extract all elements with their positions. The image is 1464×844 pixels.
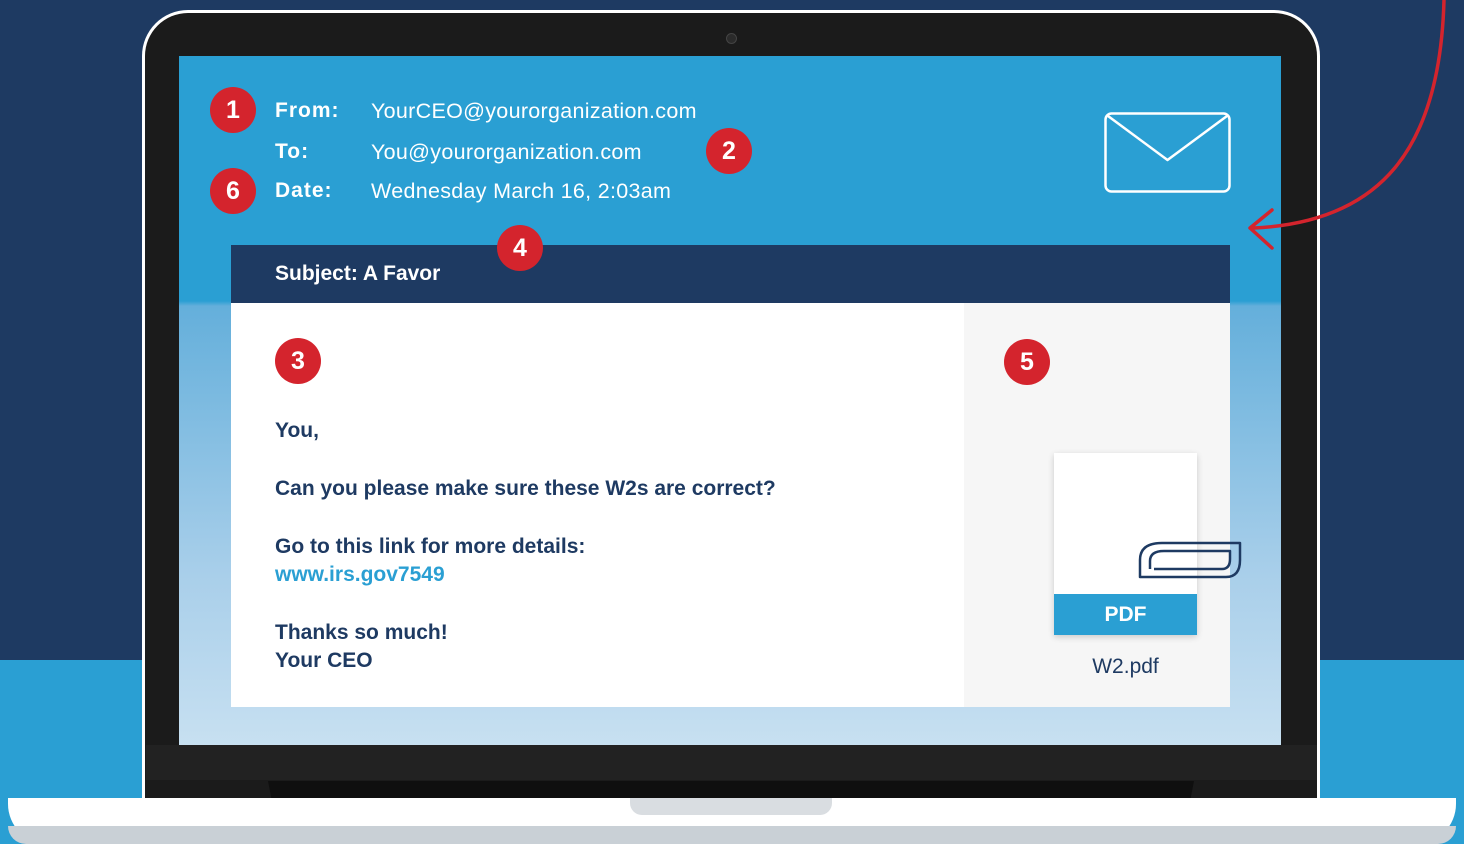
to-value: You@yourorganization.com <box>371 139 642 164</box>
from-row: From: YourCEO@yourorganization.com <box>275 96 697 126</box>
signoff-line-2: Your CEO <box>275 649 373 672</box>
greeting: You, <box>275 419 319 442</box>
from-label: From: <box>275 99 340 122</box>
subject-bar: Subject: A Favor <box>231 245 1230 303</box>
body-line-1: Can you please make sure these W2s are c… <box>275 477 776 500</box>
badge-1: 1 <box>210 87 256 133</box>
from-value: YourCEO@yourorganization.com <box>371 98 697 123</box>
attachment-filename: W2.pdf <box>1092 655 1159 678</box>
badge-6: 6 <box>210 168 256 214</box>
badge-4: 4 <box>497 225 543 271</box>
envelope-icon <box>1104 112 1231 193</box>
email-screen: From: YourCEO@yourorganization.com To: Y… <box>179 56 1281 745</box>
paperclip-icon <box>1138 541 1242 579</box>
laptop-bezel <box>146 745 1317 780</box>
signoff-line-1: Thanks so much! <box>275 621 448 644</box>
subject-text: Subject: A Favor <box>275 262 441 285</box>
date-label: Date: <box>275 179 333 202</box>
laptop-base-shadow <box>8 826 1456 844</box>
laptop-camera <box>726 33 737 44</box>
suspicious-link[interactable]: www.irs.gov7549 <box>275 561 445 589</box>
badge-5: 5 <box>1004 339 1050 385</box>
badge-3: 3 <box>275 338 321 384</box>
laptop-notch <box>630 798 832 815</box>
badge-2: 2 <box>706 128 752 174</box>
pdf-type-label: PDF <box>1054 594 1197 635</box>
to-row: To: You@yourorganization.com <box>275 137 642 167</box>
date-value: Wednesday March 16, 2:03am <box>371 178 672 203</box>
date-row: Date: Wednesday March 16, 2:03am <box>275 176 671 206</box>
to-label: To: <box>275 140 310 163</box>
email-body: You, Can you please make sure these W2s … <box>231 303 964 707</box>
body-line-2: Go to this link for more details: <box>275 535 586 558</box>
